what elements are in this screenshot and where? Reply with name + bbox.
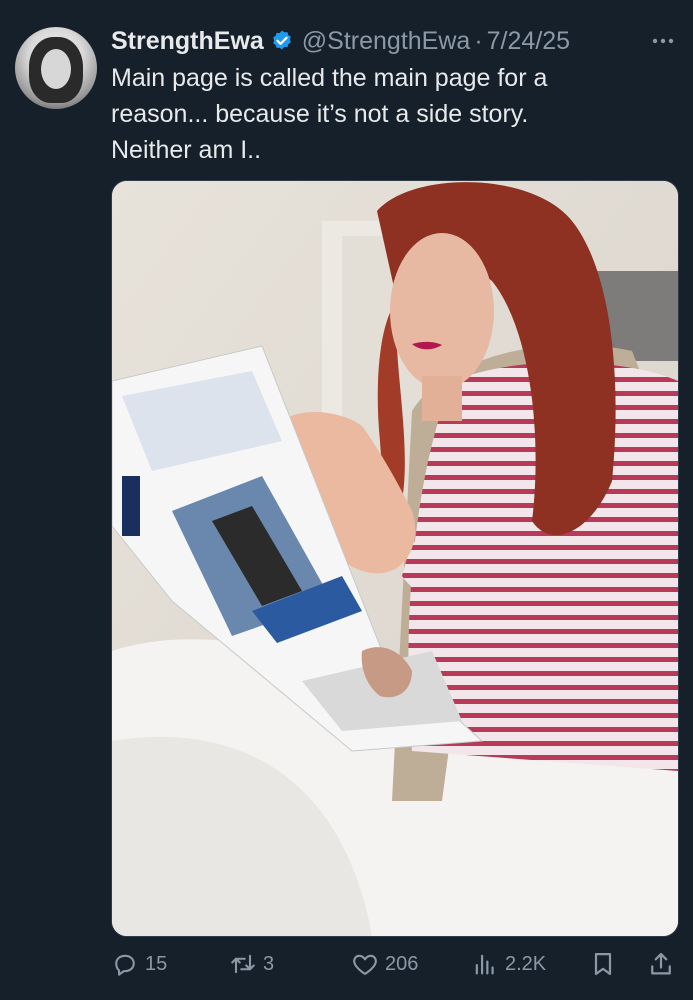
author-handle[interactable]: @StrengthEwa — [302, 27, 471, 56]
verified-icon — [272, 30, 291, 50]
tweet-photo[interactable] — [111, 180, 679, 937]
share-button[interactable] — [647, 946, 675, 982]
more-icon[interactable] — [649, 24, 677, 58]
avatar-face — [41, 49, 71, 89]
like-button[interactable]: 206 — [351, 946, 418, 982]
like-icon — [353, 954, 377, 975]
tweet-text: Main page is called the main page for a … — [111, 64, 548, 164]
repost-count: 3 — [263, 952, 275, 975]
tweet-header: StrengthEwa @StrengthEwa · 7/24/25 — [111, 24, 677, 58]
bookmark-button[interactable] — [589, 946, 617, 982]
separator-dot: · — [474, 26, 483, 55]
avatar[interactable] — [15, 27, 97, 109]
tweet-date[interactable]: 7/24/25 — [487, 27, 570, 56]
share-icon — [651, 952, 671, 975]
reply-count: 15 — [145, 952, 168, 975]
like-count: 206 — [385, 952, 419, 975]
views-button[interactable]: 2.2K — [471, 946, 546, 982]
views-count: 2.2K — [505, 952, 547, 975]
repost-icon — [231, 954, 255, 974]
bookmark-icon — [594, 952, 612, 976]
views-icon — [475, 954, 494, 975]
tweet[interactable]: StrengthEwa @StrengthEwa · 7/24/25 Main … — [0, 0, 693, 1000]
reply-button[interactable]: 15 — [111, 946, 167, 982]
action-bar: 15 3 206 2.2K — [111, 946, 677, 982]
reply-icon — [115, 954, 135, 976]
author-name[interactable]: StrengthEwa — [111, 27, 264, 56]
photo-illustration — [112, 181, 678, 936]
repost-button[interactable]: 3 — [229, 946, 274, 982]
